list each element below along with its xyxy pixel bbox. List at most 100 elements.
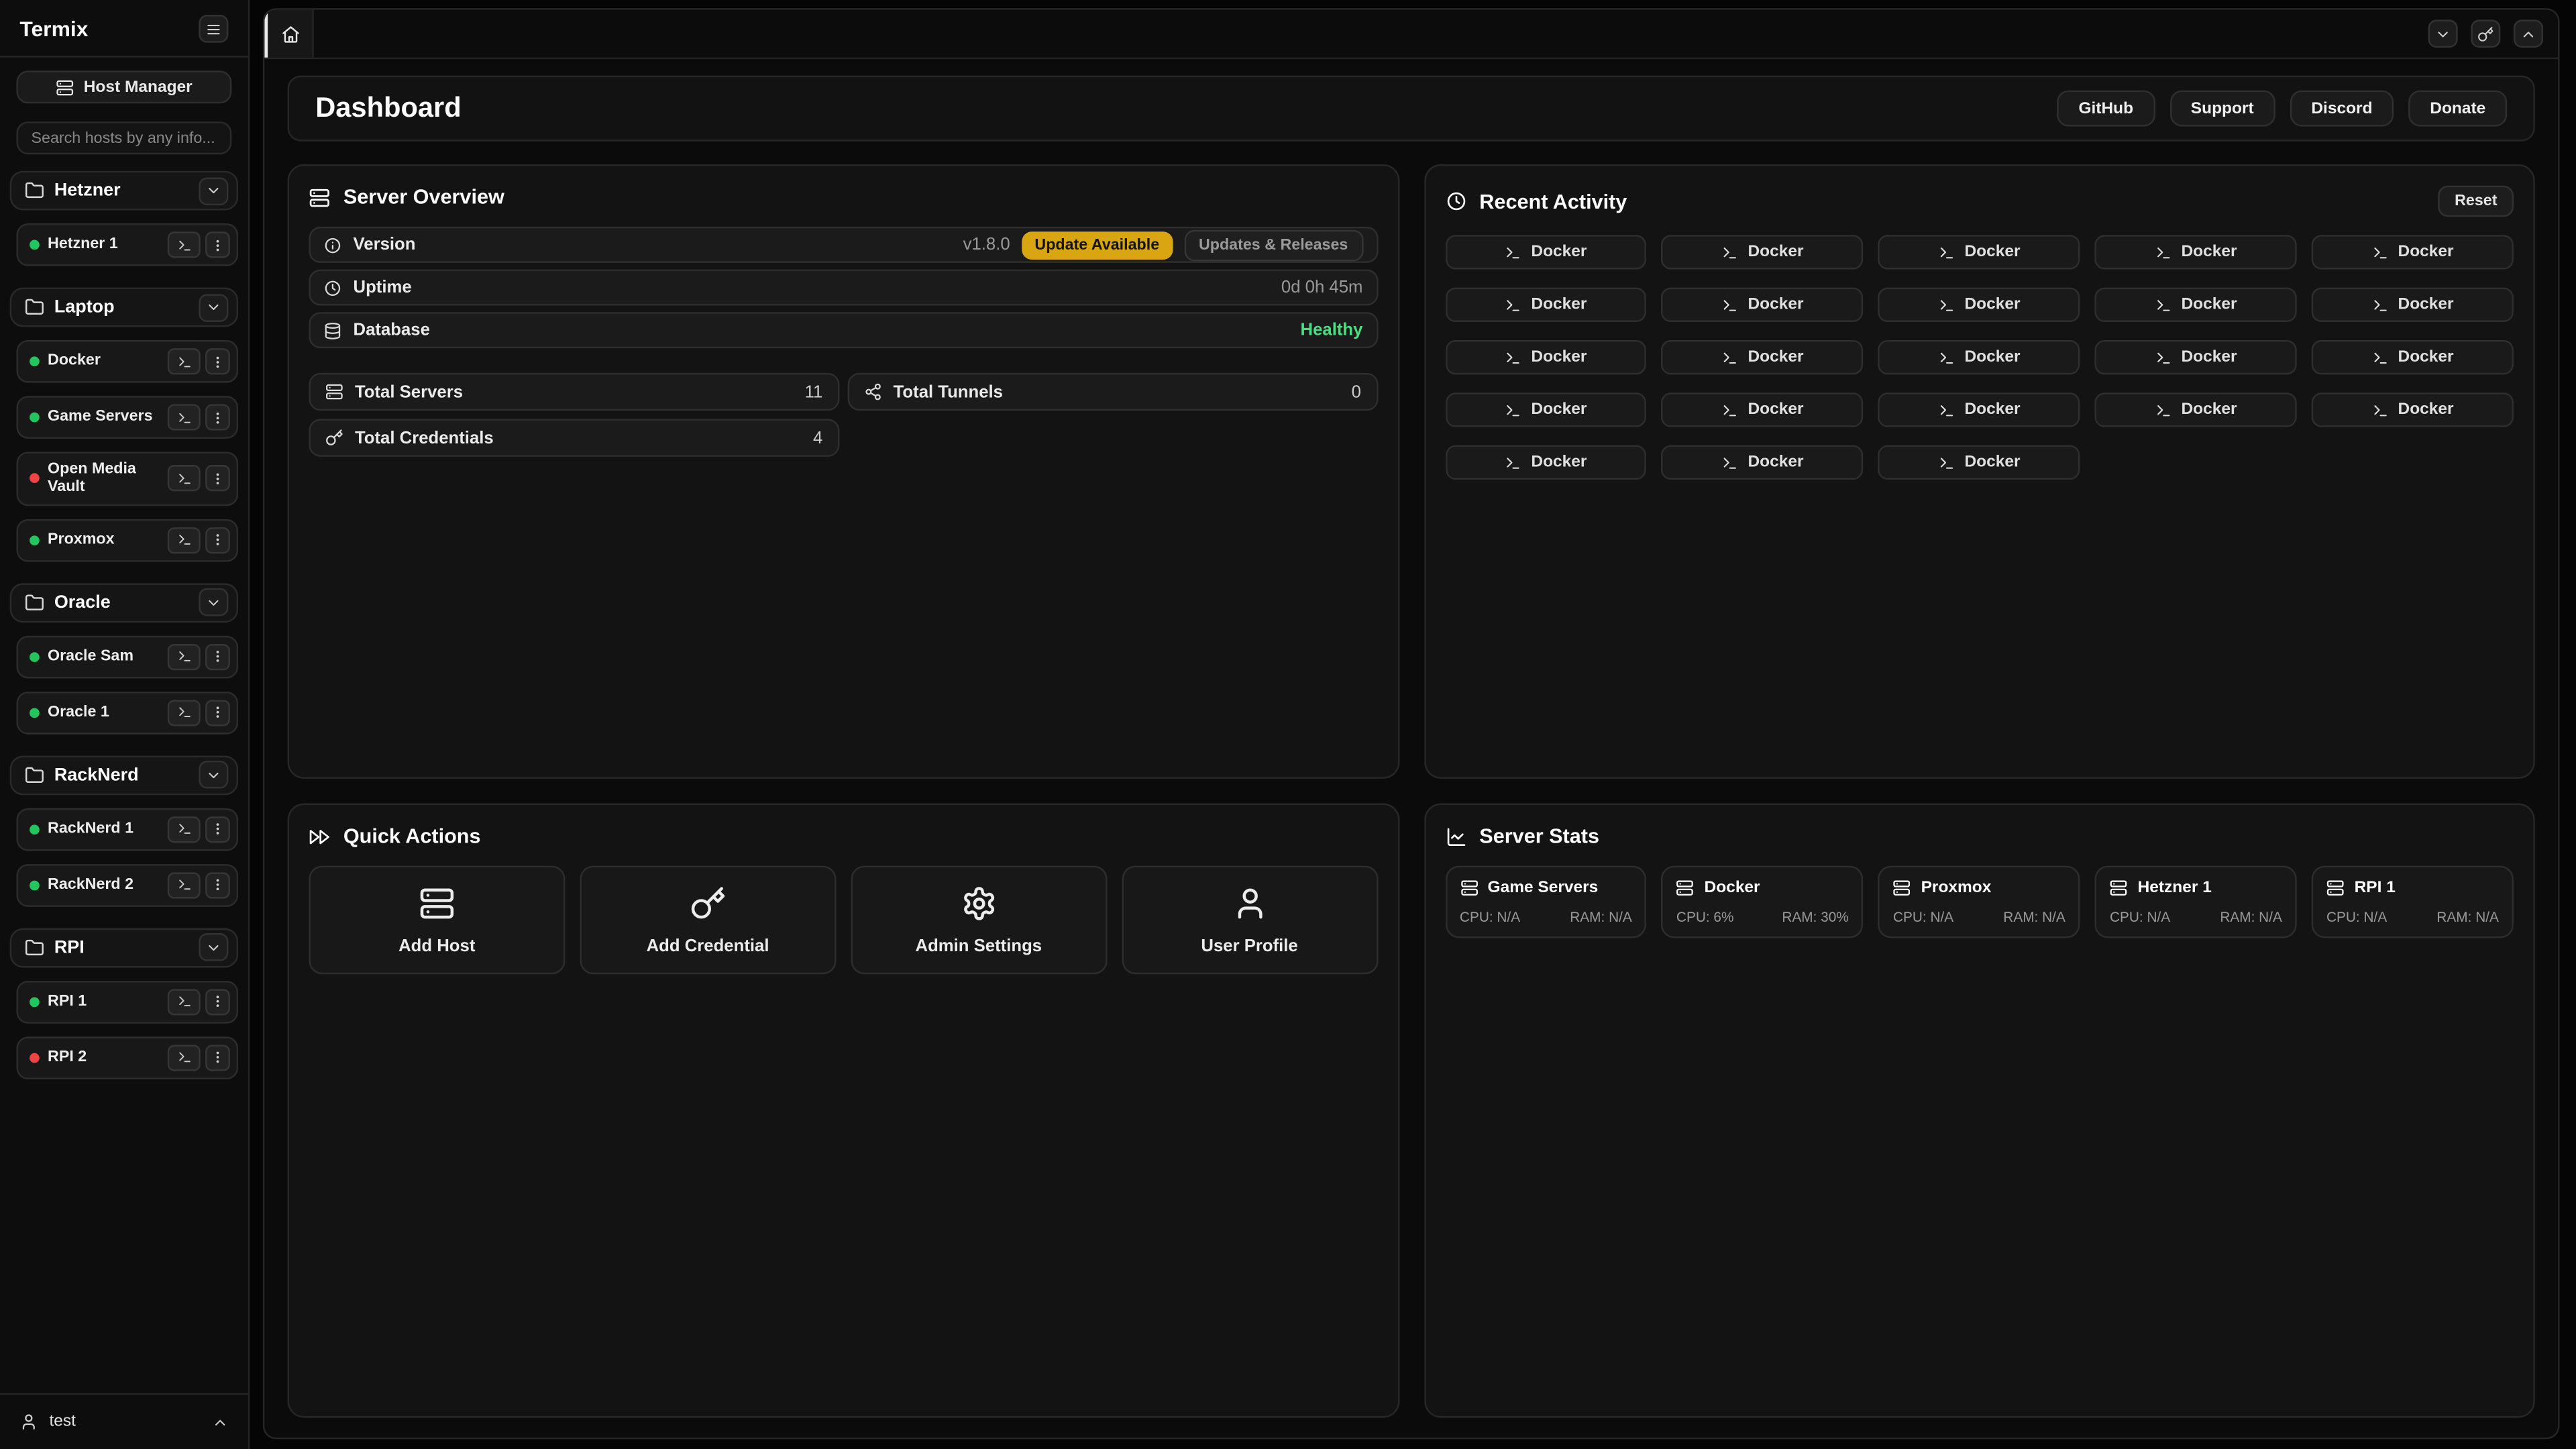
host-terminal-button[interactable] [168,643,201,669]
host-menu-button[interactable] [205,700,230,726]
host-item[interactable]: RackNerd 2 [16,864,238,907]
activity-item-button[interactable]: Docker [1878,340,2080,374]
host-terminal-button[interactable] [168,231,201,258]
group-collapse-button[interactable] [199,176,228,205]
host-menu-button[interactable] [205,348,230,374]
host-menu-button[interactable] [205,1044,230,1071]
host-group-header[interactable]: Oracle [10,583,238,623]
activity-item-button[interactable]: Docker [2095,340,2297,374]
activity-item-button[interactable]: Docker [1878,288,2080,322]
activity-item-button[interactable]: Docker [1878,392,2080,427]
host-item[interactable]: Hetzner 1 [16,223,238,266]
host-item[interactable]: RPI 2 [16,1036,238,1079]
header-link-button[interactable]: Support [2169,91,2275,127]
host-menu-button[interactable] [205,527,230,553]
activity-item-button[interactable]: Docker [2095,235,2297,269]
host-menu-button[interactable] [205,231,230,258]
activity-item-button[interactable]: Docker [2312,340,2514,374]
group-collapse-button[interactable] [199,934,228,962]
quick-action-label: Admin Settings [916,936,1042,955]
activity-item-button[interactable]: Docker [1878,235,2080,269]
update-available-button[interactable]: Update Available [1022,231,1173,259]
host-terminal-button[interactable] [168,872,201,898]
host-item[interactable]: RackNerd 1 [16,808,238,851]
stat-cpu: CPU: N/A [1460,908,1520,924]
activity-item-button[interactable]: Docker [1445,340,1647,374]
host-manager-button[interactable]: Host Manager [16,70,231,103]
server-stat-card[interactable]: Game Servers CPU: N/A RAM: N/A [1445,866,1647,938]
activity-item-button[interactable]: Docker [2312,288,2514,322]
host-search-input[interactable] [16,121,231,154]
host-terminal-button[interactable] [168,700,201,726]
sidebar-user[interactable]: test [0,1393,248,1449]
panel-header: Recent Activity Reset [1445,186,2514,217]
activity-item-button[interactable]: Docker [1445,235,1647,269]
host-terminal-button[interactable] [168,989,201,1015]
terminal-icon [1721,454,1737,470]
stat-server-name: Docker [1705,879,1760,897]
activity-item-label: Docker [2398,243,2454,261]
host-item[interactable]: Game Servers [16,396,238,439]
activity-item-button[interactable]: Docker [2312,235,2514,269]
activity-item-button[interactable]: Docker [2312,392,2514,427]
activity-item-button[interactable]: Docker [1445,445,1647,480]
updates-releases-button[interactable]: Updates & Releases [1184,229,1363,261]
activity-item-button[interactable]: Docker [2095,288,2297,322]
host-terminal-button[interactable] [168,816,201,843]
group-collapse-button[interactable] [199,761,228,790]
tab-home[interactable] [264,10,313,58]
group-collapse-button[interactable] [199,588,228,616]
host-terminal-button[interactable] [168,466,201,492]
server-stat-card[interactable]: Hetzner 1 CPU: N/A RAM: N/A [2095,866,2297,938]
ssh-keys-button[interactable] [2471,19,2500,48]
host-group-header[interactable]: Laptop [10,288,238,327]
host-item[interactable]: Oracle 1 [16,691,238,734]
host-menu-button[interactable] [205,816,230,843]
host-menu-button[interactable] [205,404,230,430]
host-menu-button[interactable] [205,989,230,1015]
quick-action-button[interactable]: Add Host [309,866,565,975]
server-stat-card[interactable]: Docker CPU: 6% RAM: 30% [1662,866,1864,938]
host-item[interactable]: Docker [16,340,238,383]
host-terminal-button[interactable] [168,404,201,430]
activity-item-button[interactable]: Docker [1878,445,2080,480]
server-stat-card[interactable]: Proxmox CPU: N/A RAM: N/A [1878,866,2080,938]
activity-item-button[interactable]: Docker [1662,235,1864,269]
host-menu-button[interactable] [205,872,230,898]
activity-item-button[interactable]: Docker [1662,340,1864,374]
header-link-button[interactable]: Discord [2290,91,2394,127]
host-terminal-button[interactable] [168,1044,201,1071]
activity-item-button[interactable]: Docker [2095,392,2297,427]
quick-action-button[interactable]: Admin Settings [851,866,1107,975]
header-link-button[interactable]: GitHub [2057,91,2155,127]
sidebar-menu-button[interactable] [199,15,228,43]
host-group-header[interactable]: RackNerd [10,755,238,795]
quick-action-button[interactable]: Add Credential [580,866,836,975]
server-stat-card[interactable]: RPI 1 CPU: N/A RAM: N/A [2312,866,2514,938]
header-link-button[interactable]: Donate [2408,91,2507,127]
host-group-header[interactable]: RPI [10,928,238,967]
quick-action-button[interactable]: User Profile [1122,866,1378,975]
activity-item-button[interactable]: Docker [1445,392,1647,427]
host-item[interactable]: RPI 1 [16,981,238,1024]
host-terminal-button[interactable] [168,348,201,374]
terminal-icon [1721,297,1737,313]
collapse-up-button[interactable] [2514,19,2543,48]
host-terminal-button[interactable] [168,527,201,553]
reset-button[interactable]: Reset [2438,186,2514,217]
activity-item-button[interactable]: Docker [1445,288,1647,322]
activity-item-button[interactable]: Docker [1662,445,1864,480]
host-group-label: RackNerd [54,765,189,785]
activity-item-button[interactable]: Docker [1662,288,1864,322]
page-header: Dashboard GitHub Support Discord Donate [288,76,2535,142]
activity-item-button[interactable]: Docker [1662,392,1864,427]
host-menu-button[interactable] [205,466,230,492]
group-collapse-button[interactable] [199,293,228,321]
scroll-down-button[interactable] [2428,19,2458,48]
host-menu-button[interactable] [205,643,230,669]
host-item[interactable]: Proxmox [16,519,238,561]
host-group-header[interactable]: Hetzner [10,171,238,211]
host-item[interactable]: Open Media Vault [16,451,238,505]
terminal-icon [1938,402,1954,418]
host-item[interactable]: Oracle Sam [16,635,238,678]
